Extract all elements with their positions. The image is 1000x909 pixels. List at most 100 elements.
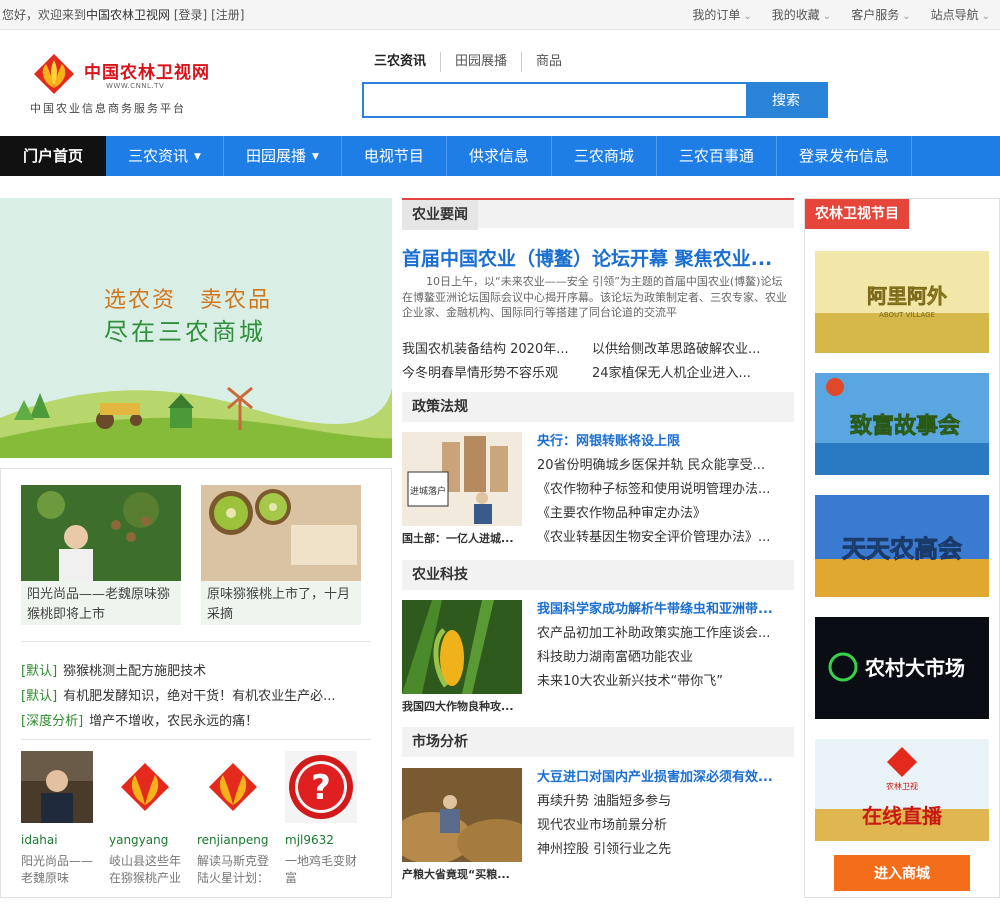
section-title[interactable]: 农业要闻 xyxy=(402,200,478,230)
register-link[interactable]: [注册] xyxy=(211,8,244,22)
customer-service-link[interactable]: 客户服务 ⌄ xyxy=(841,0,920,32)
svg-text:农村大市场: 农村大市场 xyxy=(864,656,965,680)
user-post: 一地鸡毛变财富 xyxy=(285,854,358,885)
category-tag: [默认] xyxy=(21,689,58,704)
user-post: 阳光尚品——老魏原味 xyxy=(21,854,94,885)
nav-supply[interactable]: 供求信息 xyxy=(447,136,552,176)
program-agri-fair-image[interactable]: 天天农高会 xyxy=(815,495,989,597)
list-item[interactable]: 《农业转基因生物安全评价管理办法》... xyxy=(537,526,793,550)
nav-home[interactable]: 门户首页 xyxy=(0,136,106,176)
my-favorites-link[interactable]: 我的收藏 ⌄ xyxy=(762,0,841,32)
divider xyxy=(21,641,371,642)
program-wealth-story-image[interactable]: 致富故事会 xyxy=(815,373,989,475)
news-row: 今冬明春旱情形势不容乐观 24家植保无人机企业进入... xyxy=(402,362,794,381)
enter-mall-button[interactable]: 进入商城 xyxy=(834,855,970,891)
headline-summary: 10日上午，以“未来农业——安全 引领”为主题的首届中国农业(博鳌)论坛在博鳌亚… xyxy=(402,275,787,319)
svg-text:在线直播: 在线直播 xyxy=(862,804,943,828)
list-item[interactable]: 未来10大农业新兴技术“带你飞” xyxy=(537,670,793,694)
list-item[interactable]: [默认] 猕猴桃测土配方施肥技术 xyxy=(21,659,371,684)
news-link[interactable]: 我国农机装备结构 2020年... xyxy=(402,338,592,357)
photo-caption: 原味猕猴桃上市了，十月采摘 xyxy=(207,587,351,622)
question-mark-avatar-icon: ? xyxy=(285,751,357,823)
thumb-caption[interactable]: 国土部：一亿人进城... xyxy=(402,530,524,546)
program-live-stream-image[interactable]: 农林卫视 在线直播 xyxy=(815,739,989,841)
nav-publish[interactable]: 登录发布信息 xyxy=(777,136,912,176)
search-tab-news[interactable]: 三农资讯 xyxy=(366,52,440,72)
my-orders-link[interactable]: 我的订单 ⌄ xyxy=(682,0,761,32)
list-item[interactable]: 《农作物种子标签和使用说明管理办法... xyxy=(537,478,793,502)
promo-banner[interactable]: 选农资 卖农品 尽在三农商城 xyxy=(0,198,392,458)
list-item[interactable]: 现代农业市场前景分析 xyxy=(537,814,793,838)
search-button[interactable]: 搜索 xyxy=(746,84,826,116)
list-item[interactable]: 20省份明确城乡医保并轨 民众能享受... xyxy=(537,454,793,478)
site-nav-link[interactable]: 站点导航 ⌄ xyxy=(921,0,1000,32)
section-title[interactable]: 农林卫视节目 xyxy=(805,199,909,229)
nav-knowledge[interactable]: 三农百事通 xyxy=(657,136,777,176)
list-item[interactable]: 神州控股 引领行业之先 xyxy=(537,838,793,862)
caret-down-icon: ▼ xyxy=(194,152,201,162)
user-post: 岐山县这些年在猕猴桃产业 xyxy=(109,854,182,885)
search-tab-goods[interactable]: 商品 xyxy=(521,52,576,72)
thumb-caption[interactable]: 产粮大省竟现“买粮... xyxy=(402,866,524,882)
nav-news[interactable]: 三农资讯 ▼ xyxy=(106,136,224,176)
category-tag: [默认] xyxy=(21,664,58,679)
section-title[interactable]: 市场分析 xyxy=(402,727,478,757)
logo-emblem-icon xyxy=(34,54,74,94)
list-item[interactable]: [默认] 有机肥发酵知识，绝对干货！有机农业生产必... xyxy=(21,684,371,709)
site-name-link[interactable]: 中国农林卫视网 xyxy=(86,8,170,22)
chevron-down-icon: ⌄ xyxy=(981,11,990,22)
thumb-caption[interactable]: 我国四大作物良种攻... xyxy=(402,698,524,714)
search-tabs: 三农资讯 田园展播 商品 xyxy=(366,52,576,72)
list-item[interactable]: 大豆进口对国内产业损害加深必须有效... xyxy=(537,766,793,790)
headline-link[interactable]: 首届中国农业（博鳌）论坛开幕 聚焦农业... xyxy=(402,244,794,271)
photo-card[interactable]: 阳光尚品——老魏原味猕猴桃即将上市 xyxy=(21,485,181,625)
policy-list: 央行：网银转账将设上限 20省份明确城乡医保并轨 民众能享受... 《农作物种子… xyxy=(537,430,793,550)
banner-line-2: 尽在三农商城 xyxy=(104,318,266,346)
list-item[interactable]: [深度分析] 增产不增收，农民永远的痛！ xyxy=(21,709,371,734)
welcome-text: 您好，欢迎来到 xyxy=(2,8,87,22)
list-item[interactable]: 央行：网银转账将设上限 xyxy=(537,430,793,454)
section-header-tech: 农业科技 xyxy=(402,560,794,590)
user-card[interactable]: renjianpeng 解读马斯克登陆火星计划： xyxy=(197,751,285,887)
section-header-news: 农业要闻 xyxy=(402,198,794,230)
list-item[interactable]: 科技助力湖南富硒功能农业 xyxy=(537,646,793,670)
top-links: 我的订单 ⌄ 我的收藏 ⌄ 客户服务 ⌄ 站点导航 ⌄ xyxy=(682,0,1000,32)
left-content-box: 阳光尚品——老魏原味猕猴桃即将上市 原味猕猴桃上市了，十月采摘 [默认] 猕猴桃测… xyxy=(0,468,392,898)
program-village-image[interactable]: 阿里阿外 ABOUT VILLAGE xyxy=(815,251,989,353)
news-link[interactable]: 以供给侧改革思路破解农业... xyxy=(592,338,782,357)
photo-card[interactable]: 原味猕猴桃上市了，十月采摘 xyxy=(201,485,361,625)
list-item[interactable]: 我国科学家成功解析牛带绦虫和亚洲带... xyxy=(537,598,793,622)
welcome-area: 您好，欢迎来到中国农林卫视网 [登录] [注册] xyxy=(2,0,244,30)
section-title[interactable]: 农业科技 xyxy=(402,560,478,590)
grain-image[interactable] xyxy=(402,768,522,862)
program-rural-market-image[interactable]: 农村大市场 xyxy=(815,617,989,719)
chevron-down-icon: ⌄ xyxy=(743,11,752,22)
user-card[interactable]: idahai 阳光尚品——老魏原味 xyxy=(21,751,109,887)
search-input[interactable] xyxy=(364,84,746,116)
corn-image[interactable] xyxy=(402,600,522,694)
search-tab-video[interactable]: 田园展播 xyxy=(440,52,521,72)
list-item[interactable]: 《主要农作物品种审定办法》 xyxy=(537,502,793,526)
list-item[interactable]: 农产品初加工补助政策实施工作座谈会... xyxy=(537,622,793,646)
user-name: idahai xyxy=(21,833,58,847)
top-bar: 您好，欢迎来到中国农林卫视网 [登录] [注册] 我的订单 ⌄ 我的收藏 ⌄ 客户服… xyxy=(0,0,1000,30)
nav-tv[interactable]: 电视节目 xyxy=(342,136,447,176)
user-card[interactable]: ? mjl9632 一地鸡毛变财富 xyxy=(285,751,373,887)
news-link[interactable]: 今冬明春旱情形势不容乐观 xyxy=(402,362,592,381)
user-card[interactable]: yangyang 岐山县这些年在猕猴桃产业 xyxy=(109,751,197,887)
policy-cartoon-image[interactable]: 进城落户 xyxy=(402,432,522,526)
login-link[interactable]: [登录] xyxy=(174,8,207,22)
svg-text:ABOUT VILLAGE: ABOUT VILLAGE xyxy=(879,311,935,319)
list-item[interactable]: 再续升势 油脂短多参与 xyxy=(537,790,793,814)
logo-url: WWW.CNNL.TV xyxy=(106,82,165,90)
news-link[interactable]: 24家植保无人机企业进入... xyxy=(592,362,782,381)
nav-video[interactable]: 田园展播 ▼ xyxy=(224,136,342,176)
article-list: [默认] 猕猴桃测土配方施肥技术 [默认] 有机肥发酵知识，绝对干货！有机农业生产必… xyxy=(21,659,371,734)
main-nav: 门户首页 三农资讯 ▼ 田园展播 ▼ 电视节目 供求信息 三农商城 三农百事通 登录… xyxy=(0,136,1000,176)
farm-landscape-icon xyxy=(0,386,392,458)
section-title[interactable]: 政策法规 xyxy=(402,392,478,422)
svg-text:致富故事会: 致富故事会 xyxy=(850,413,960,439)
avatar xyxy=(21,751,93,823)
nav-mall[interactable]: 三农商城 xyxy=(552,136,657,176)
site-logo[interactable]: 中国农林卫视网 WWW.CNNL.TV 中国农业信息商务服务平台 xyxy=(30,52,210,122)
